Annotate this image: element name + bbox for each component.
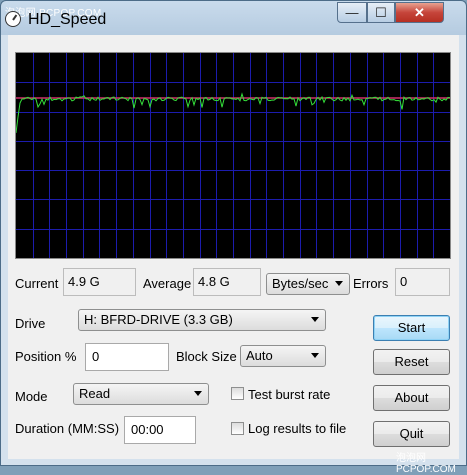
stopwatch-icon	[5, 11, 21, 27]
chevron-down-icon	[311, 353, 319, 358]
mode-select-value: Read	[79, 386, 111, 401]
block-size-select[interactable]: Auto	[240, 345, 326, 367]
position-input[interactable]: 0	[85, 343, 169, 371]
mode-select[interactable]: Read	[73, 383, 209, 405]
block-size-label: Block Size	[176, 349, 237, 364]
quit-button[interactable]: Quit	[373, 421, 450, 447]
block-size-select-value: Auto	[246, 348, 273, 363]
reset-button[interactable]: Reset	[373, 349, 450, 375]
errors-label: Errors	[353, 276, 389, 291]
minimize-button[interactable]: —	[337, 2, 367, 23]
average-value: 4.8 G	[193, 268, 261, 296]
test-burst-checkbox[interactable]	[231, 387, 244, 400]
duration-input[interactable]: 00:00	[124, 416, 196, 444]
units-select[interactable]: Bytes/sec	[266, 273, 350, 295]
chevron-down-icon	[194, 391, 202, 396]
drive-select-value: H: BFRD-DRIVE (3.3 GB)	[84, 312, 233, 327]
chevron-down-icon	[335, 281, 343, 286]
hd-speed-window: 泡泡网 PCPOP.COM HD_Speed — ☐ ✕ Current 4.9…	[0, 0, 467, 466]
about-button[interactable]: About	[373, 385, 450, 411]
errors-value: 0	[395, 268, 450, 296]
client-area: Current 4.9 G Average 4.8 G Bytes/sec Er…	[8, 35, 459, 459]
window-title: HD_Speed	[28, 11, 107, 28]
title-bar[interactable]: 泡泡网 PCPOP.COM HD_Speed — ☐ ✕	[1, 1, 466, 35]
current-value: 4.9 G	[63, 268, 136, 296]
position-label: Position %	[15, 349, 77, 364]
average-label: Average	[143, 276, 192, 291]
mode-label: Mode	[15, 389, 48, 404]
units-select-value: Bytes/sec	[272, 276, 329, 291]
speed-graph-canvas	[16, 53, 450, 258]
test-burst-label[interactable]: Test burst rate	[248, 387, 330, 402]
start-button[interactable]: Start	[373, 315, 450, 341]
maximize-button[interactable]: ☐	[367, 2, 395, 23]
watermark-bottom: 泡泡网 PCPOP.COM	[396, 453, 456, 475]
close-button[interactable]: ✕	[395, 2, 444, 23]
speed-graph	[15, 52, 451, 259]
log-results-checkbox[interactable]	[231, 422, 244, 435]
drive-label: Drive	[15, 316, 46, 331]
drive-select[interactable]: H: BFRD-DRIVE (3.3 GB)	[78, 309, 326, 331]
chevron-down-icon	[311, 317, 319, 322]
duration-label: Duration (MM:SS)	[15, 421, 120, 436]
current-label: Current	[15, 276, 59, 291]
log-results-label[interactable]: Log results to file	[248, 421, 346, 436]
